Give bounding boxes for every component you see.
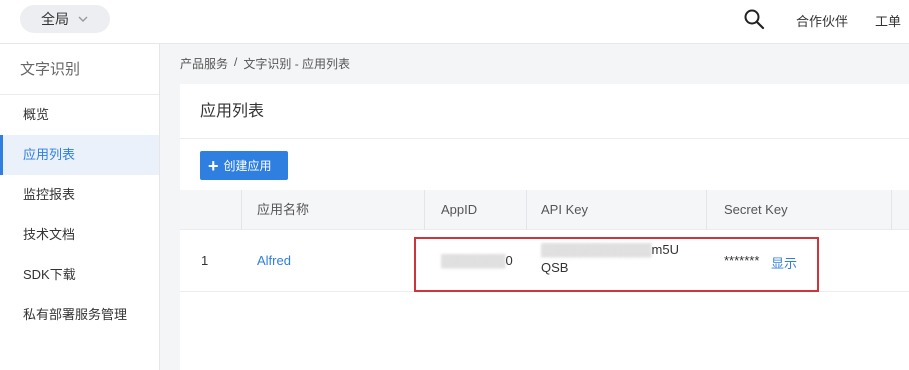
column-divider	[526, 190, 527, 230]
sidebar-title: 文字识别	[0, 44, 159, 95]
search-icon[interactable]	[743, 8, 765, 30]
table-header: 应用名称 AppID API Key Secret Key	[180, 190, 909, 230]
scope-label: 全局	[41, 11, 69, 27]
sidebar-item-private-deploy[interactable]: 私有部署服务管理	[0, 295, 159, 335]
plus-icon: +	[208, 155, 219, 176]
top-bar: 全局 合作伙伴 工单	[0, 0, 909, 44]
row-index: 1	[201, 253, 209, 268]
create-app-label: 创建应用	[223, 159, 272, 173]
column-divider	[891, 190, 892, 230]
breadcrumb-current: 文字识别 - 应用列表	[243, 57, 351, 71]
column-divider	[241, 190, 242, 230]
column-header-appid: AppID	[441, 202, 478, 217]
column-header-api-key: API Key	[541, 202, 588, 217]
column-header-app-name: 应用名称	[257, 202, 310, 217]
column-header-secret-key: Secret Key	[724, 202, 788, 217]
ticket-link[interactable]: 工单	[875, 11, 901, 30]
partners-link[interactable]: 合作伙伴	[796, 11, 848, 30]
create-app-button[interactable]: + 创建应用	[200, 151, 288, 180]
column-divider	[706, 190, 707, 230]
breadcrumb-separator: /	[234, 55, 238, 69]
scope-selector[interactable]: 全局	[20, 5, 110, 33]
sidebar: 文字识别 概览 应用列表 监控报表 技术文档 SDK下载 私有部署服务管理	[0, 44, 160, 370]
sidebar-item-sdk[interactable]: SDK下载	[0, 255, 159, 295]
page-title: 应用列表	[180, 84, 909, 139]
sidebar-item-app-list[interactable]: 应用列表	[0, 135, 159, 175]
breadcrumb-product-services[interactable]: 产品服务	[180, 55, 228, 72]
app-name-link[interactable]: Alfred	[257, 253, 291, 268]
sidebar-item-docs[interactable]: 技术文档	[0, 215, 159, 255]
sidebar-item-monitoring[interactable]: 监控报表	[0, 175, 159, 215]
sidebar-item-overview[interactable]: 概览	[0, 95, 159, 135]
main-content: 应用列表 + 创建应用 应用名称 AppID API Key Secret Ke…	[180, 84, 909, 370]
column-divider	[424, 190, 425, 230]
highlight-box	[414, 237, 819, 292]
chevron-down-icon	[78, 16, 88, 22]
breadcrumb: 产品服务 / 文字识别 - 应用列表	[180, 55, 350, 72]
